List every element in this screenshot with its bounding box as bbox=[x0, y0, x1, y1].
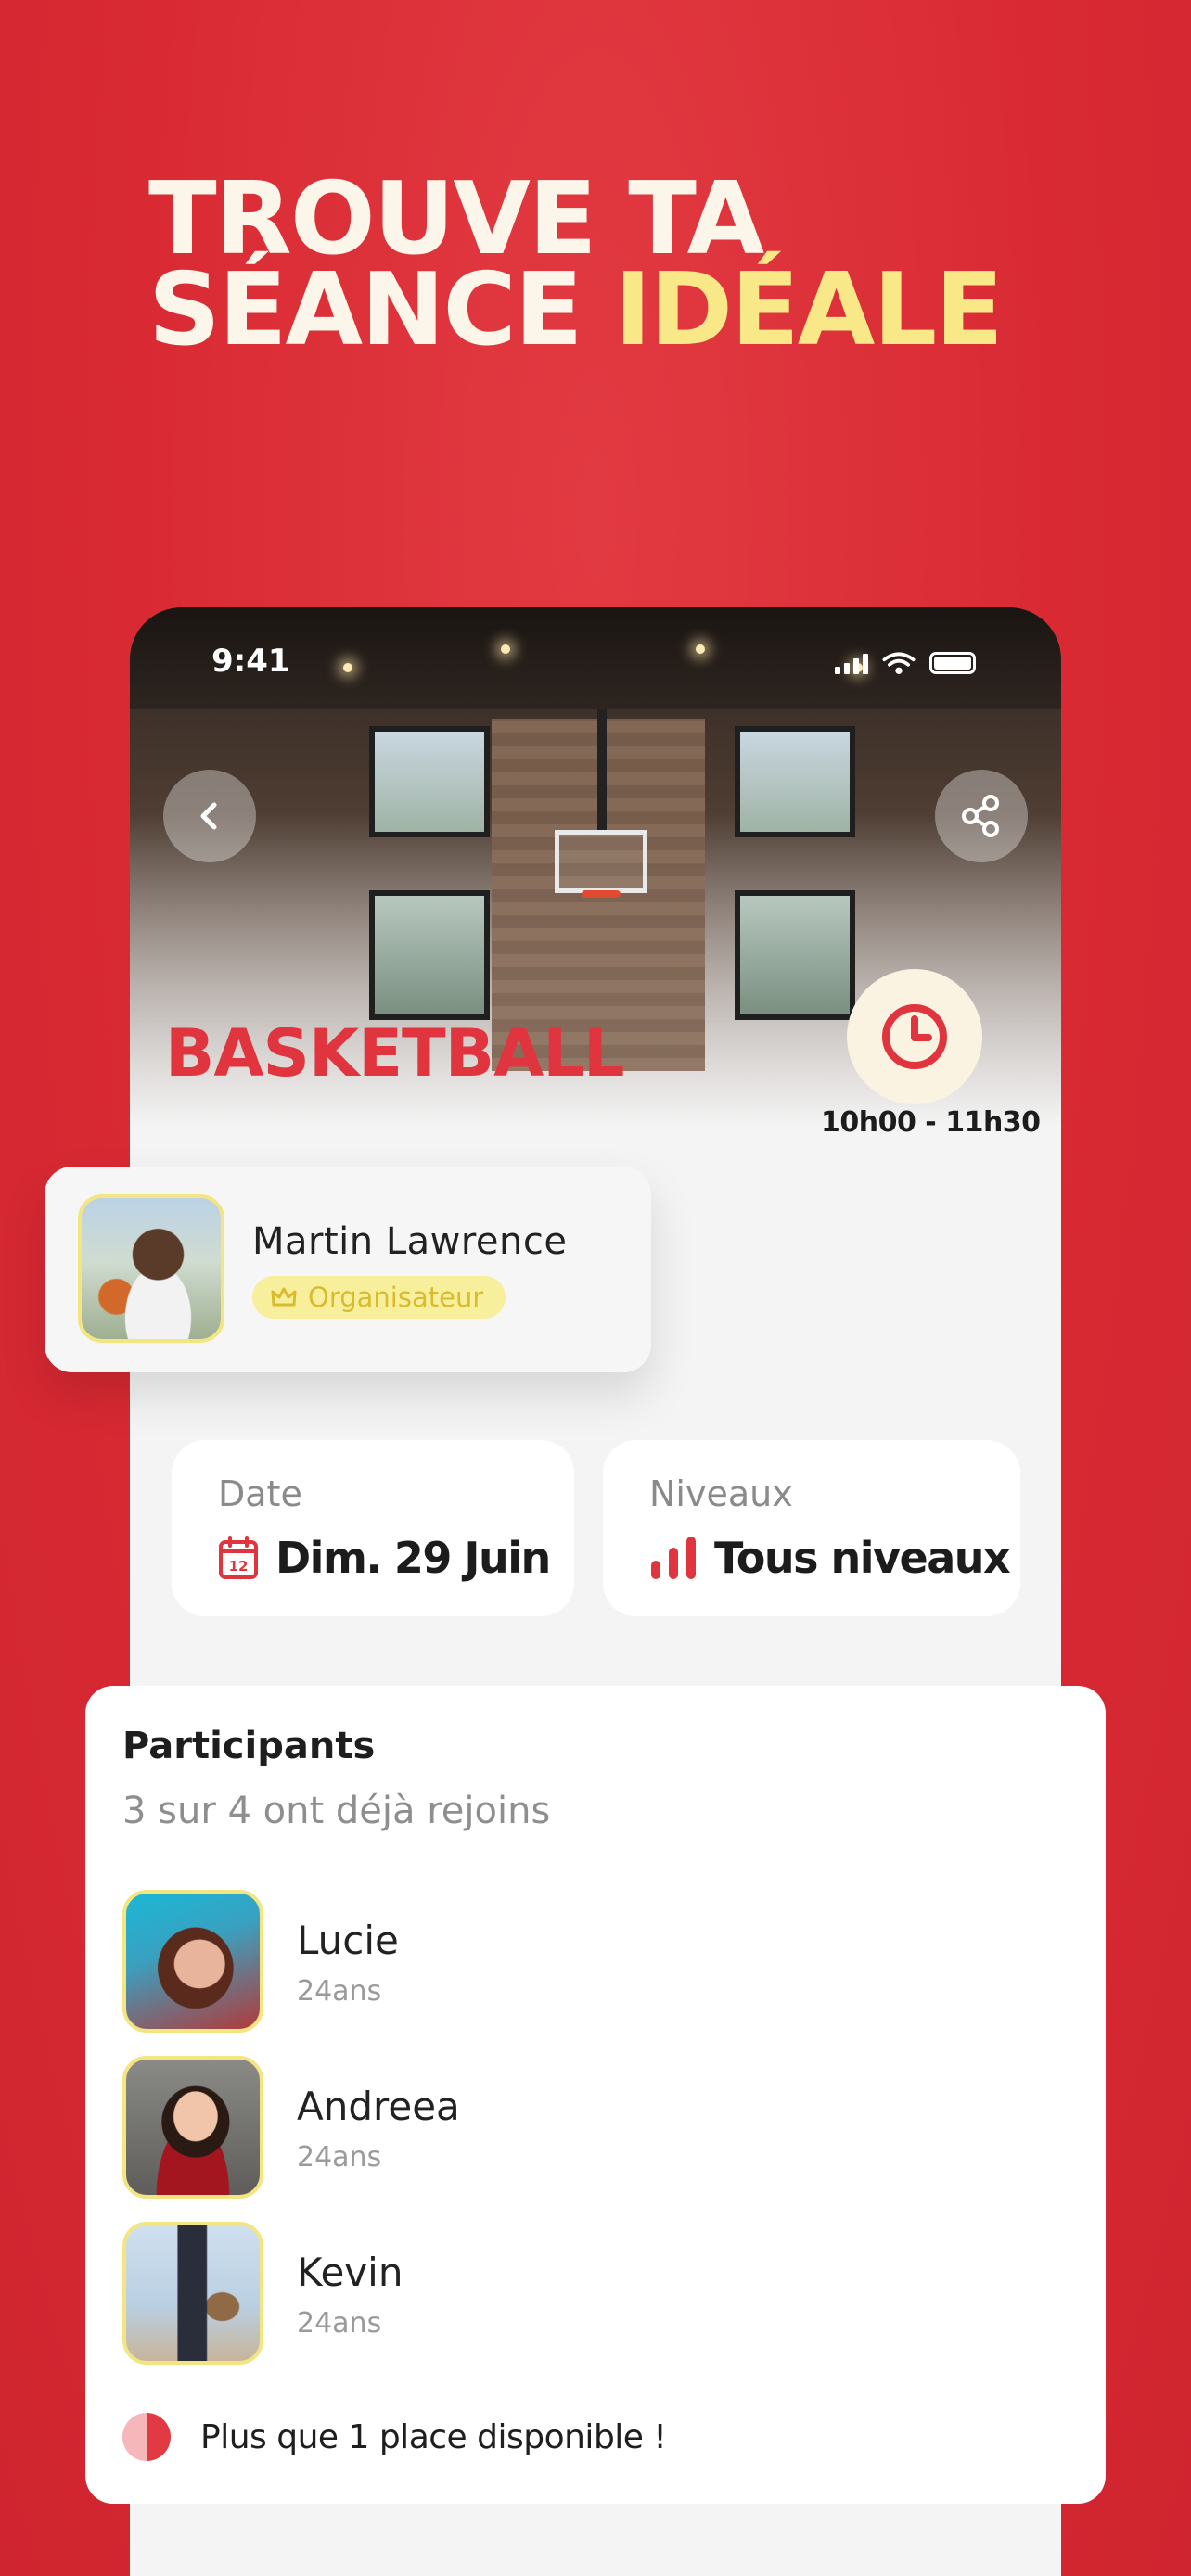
participant-row[interactable]: Kevin 24ans bbox=[122, 2222, 1050, 2366]
battery-icon bbox=[929, 652, 976, 674]
level-value: Tous niveaux bbox=[714, 1533, 1011, 1583]
status-time: 9:41 bbox=[211, 643, 290, 680]
hero-rim bbox=[582, 890, 621, 898]
crown-icon bbox=[271, 1287, 297, 1307]
hero-backboard bbox=[555, 830, 647, 893]
headline-line-2-text: SÉANCE bbox=[148, 252, 615, 368]
organizer-name: Martin Lawrence bbox=[252, 1220, 568, 1263]
participant-name: Andreea bbox=[297, 2084, 460, 2129]
sport-title: BASKETBALL bbox=[165, 1015, 624, 1091]
participant-name: Lucie bbox=[297, 1918, 399, 1963]
calendar-icon: 12 bbox=[219, 1536, 258, 1579]
participants-title: Participants bbox=[122, 1725, 376, 1767]
hero-window bbox=[735, 726, 855, 837]
participant-row[interactable]: Lucie 24ans bbox=[122, 1890, 1050, 2034]
headline-highlight: IDÉALE bbox=[614, 252, 1004, 368]
availability-note: Plus que 1 place disponible ! bbox=[122, 2413, 667, 2461]
date-label: Date bbox=[218, 1473, 302, 1514]
hero-light bbox=[696, 644, 705, 654]
back-icon bbox=[200, 802, 217, 830]
headline-line-2: SÉANCE IDÉALE bbox=[148, 261, 1004, 361]
hero-window bbox=[369, 726, 490, 837]
level-label: Niveaux bbox=[649, 1473, 793, 1514]
participant-age: 24ans bbox=[297, 1975, 382, 2008]
level-bars-icon bbox=[651, 1537, 696, 1579]
date-value: Dim. 29 Juin bbox=[275, 1533, 551, 1583]
organizer-badge: Organisateur bbox=[252, 1276, 506, 1319]
participant-name: Kevin bbox=[297, 2250, 403, 2295]
share-button[interactable] bbox=[935, 770, 1028, 862]
level-card: Niveaux Tous niveaux bbox=[603, 1440, 1020, 1616]
clock-icon bbox=[882, 1004, 947, 1069]
back-button[interactable] bbox=[163, 770, 256, 862]
participant-row[interactable]: Andreea 24ans bbox=[122, 2056, 1050, 2200]
hero-light bbox=[501, 644, 510, 654]
participant-avatar bbox=[122, 2222, 263, 2365]
time-range: 10h00 - 11h30 bbox=[821, 1106, 1041, 1139]
participants-panel: Participants 3 sur 4 ont déjà rejoins Lu… bbox=[85, 1686, 1106, 2504]
hero-door bbox=[735, 890, 855, 1020]
availability-text: Plus que 1 place disponible ! bbox=[200, 2417, 667, 2456]
participants-subtitle: 3 sur 4 ont déjà rejoins bbox=[122, 1790, 551, 1832]
hero-hoop-pole bbox=[597, 709, 607, 830]
signal-icon bbox=[835, 654, 868, 674]
status-icons bbox=[835, 652, 976, 674]
participant-age: 24ans bbox=[297, 2307, 382, 2340]
wifi-icon bbox=[882, 652, 916, 674]
share-icon bbox=[962, 795, 999, 837]
organizer-card[interactable]: Martin Lawrence Organisateur bbox=[45, 1167, 651, 1372]
organizer-role: Organisateur bbox=[308, 1282, 484, 1313]
headline: TROUVE TA SÉANCE IDÉALE bbox=[148, 170, 1004, 361]
participant-avatar bbox=[122, 2056, 263, 2199]
availability-icon bbox=[122, 2413, 171, 2461]
date-card: Date 12 Dim. 29 Juin bbox=[172, 1440, 574, 1616]
hero-door bbox=[369, 890, 490, 1020]
clock-badge bbox=[847, 969, 982, 1104]
date-value-row: 12 Dim. 29 Juin bbox=[218, 1533, 551, 1583]
calendar-day: 12 bbox=[229, 1558, 249, 1575]
participant-age: 24ans bbox=[297, 2141, 382, 2174]
organizer-avatar bbox=[78, 1194, 224, 1343]
participant-avatar bbox=[122, 1890, 263, 2033]
hero-light bbox=[343, 663, 352, 672]
level-value-row: Tous niveaux bbox=[649, 1533, 1011, 1583]
